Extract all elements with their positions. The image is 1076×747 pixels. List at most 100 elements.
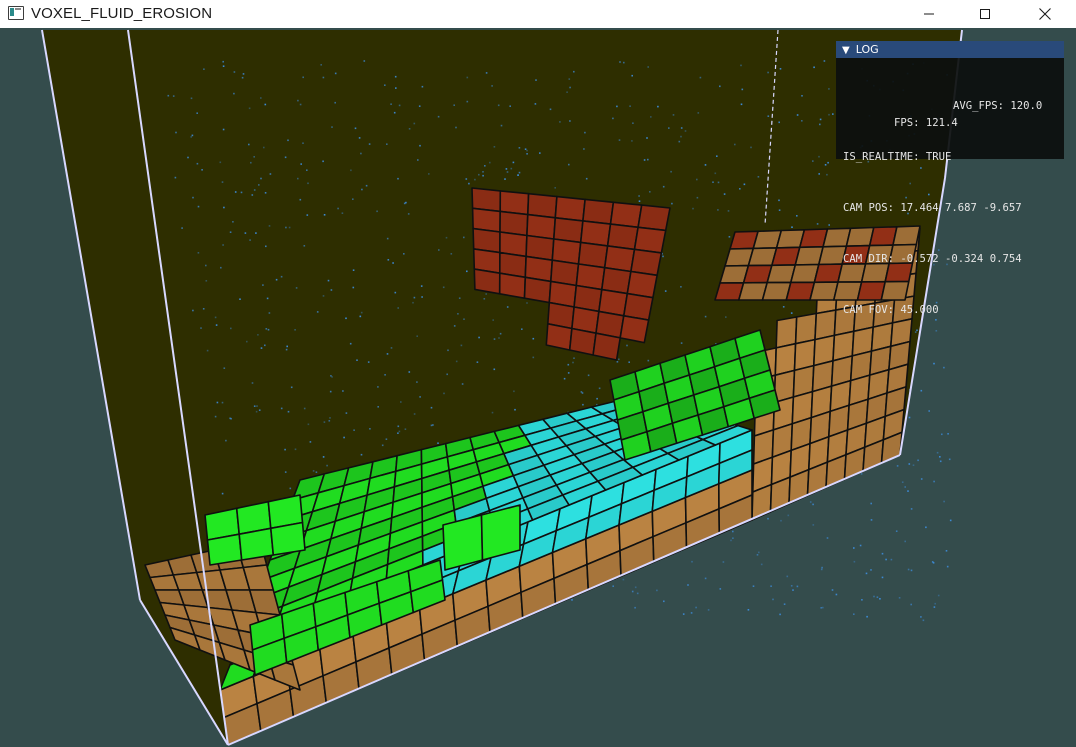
fluid-particle: [334, 72, 337, 75]
fluid-particle: [831, 589, 834, 591]
fluid-particle: [818, 155, 820, 158]
fluid-particle: [246, 340, 248, 343]
log-panel[interactable]: ▼ LOG FPS: 121.4 AVG_FPS: 120.0 IS_REALTI…: [836, 41, 1064, 316]
fluid-particle: [381, 444, 384, 447]
close-button[interactable]: [1022, 0, 1068, 28]
fluid-particle: [638, 200, 641, 202]
fluid-particle: [206, 349, 209, 352]
fluid-particle: [823, 60, 826, 62]
fluid-particle: [437, 442, 439, 444]
fluid-particle: [584, 131, 586, 134]
fluid-particle: [670, 170, 672, 173]
fluid-particle: [910, 603, 912, 606]
fluid-particle: [704, 164, 707, 166]
fluid-particle: [937, 594, 940, 597]
fluid-particle: [756, 554, 759, 556]
fluid-particle: [796, 585, 799, 588]
fluid-particle: [322, 456, 325, 458]
fluid-particle: [264, 344, 266, 347]
fluid-particle: [910, 569, 913, 572]
fluid-particle: [202, 308, 205, 310]
fps-text: FPS: 121.4: [894, 117, 958, 129]
fluid-particle: [782, 306, 785, 308]
fluid-particle: [819, 123, 821, 126]
fluid-particle: [521, 328, 523, 330]
fluid-particle: [908, 463, 911, 465]
fluid-particle: [563, 377, 566, 380]
fluid-particle: [510, 167, 513, 170]
fluid-particle: [790, 312, 793, 314]
fluid-particle: [758, 551, 760, 554]
fluid-particle: [394, 75, 397, 78]
title-bar[interactable]: VOXEL_FLUID_EROSION: [0, 0, 1076, 28]
fluid-particle: [943, 366, 945, 369]
fluid-particle: [320, 64, 322, 66]
fluid-particle: [901, 481, 904, 483]
fluid-particle: [920, 616, 922, 618]
fluid-particle: [732, 537, 734, 539]
fluid-particle: [812, 160, 814, 162]
fluid-particle: [707, 609, 710, 611]
minimize-button[interactable]: [906, 0, 952, 28]
fluid-particle: [438, 249, 440, 251]
voxel-face: [606, 223, 639, 251]
fluid-particle: [826, 173, 828, 176]
voxel-face: [473, 268, 501, 295]
fluid-particle: [385, 438, 388, 440]
fluid-particle: [910, 508, 913, 510]
fluid-particle: [377, 386, 379, 388]
fluid-particle: [932, 562, 935, 564]
fluid-particle: [284, 156, 287, 159]
fluid-particle: [725, 316, 727, 318]
fluid-particle: [248, 107, 251, 110]
fluid-particle: [870, 519, 873, 521]
fluid-particle: [790, 585, 793, 587]
fluid-particle: [687, 584, 689, 586]
fluid-particle: [517, 174, 519, 176]
fluid-particle: [682, 613, 685, 615]
fluid-particle: [394, 291, 397, 294]
fluid-particle: [253, 405, 256, 407]
fluid-particle: [264, 103, 267, 106]
fluid-particle: [287, 410, 290, 413]
fluid-particle: [573, 70, 575, 73]
fluid-particle: [853, 613, 855, 615]
fluid-particle: [690, 612, 693, 614]
fluid-particle: [260, 97, 262, 99]
fluid-particle: [933, 362, 935, 365]
fluid-particle: [386, 353, 389, 355]
fluid-particle: [360, 311, 363, 314]
fluid-particle: [587, 374, 590, 377]
fluid-particle: [413, 296, 416, 299]
collapse-triangle-icon[interactable]: ▼: [842, 42, 850, 59]
fluid-particle: [904, 486, 906, 488]
fluid-particle: [220, 266, 222, 269]
fluid-particle: [672, 114, 675, 116]
voxel-face: [579, 220, 612, 247]
fluid-particle: [647, 359, 650, 362]
fluid-particle: [285, 226, 287, 229]
voxel-face: [471, 187, 502, 213]
fluid-particle: [299, 198, 302, 201]
fluid-particle: [638, 195, 640, 197]
fluid-particle: [354, 127, 357, 130]
fluid-particle: [526, 153, 528, 155]
maximize-button[interactable]: [962, 0, 1008, 28]
fluid-particle: [933, 606, 936, 608]
fluid-particle: [904, 540, 906, 543]
log-line-realtime: IS_REALTIME: TRUE: [843, 151, 952, 163]
log-header[interactable]: ▼ LOG: [836, 41, 1064, 58]
fluid-particle: [722, 561, 725, 563]
fluid-particle: [680, 127, 683, 129]
log-line-cam-pos: CAM POS: 17.464 7.687 -9.657: [843, 202, 1022, 214]
fluid-particle: [780, 519, 782, 522]
fluid-particle: [772, 598, 774, 601]
fluid-particle: [421, 85, 424, 88]
fluid-particle: [619, 61, 621, 63]
voxel-face: [499, 190, 530, 216]
fluid-particle: [612, 117, 614, 120]
fluid-particle: [266, 297, 269, 300]
fluid-particle: [933, 480, 935, 483]
fluid-particle: [568, 163, 570, 166]
fluid-particle: [626, 344, 628, 347]
